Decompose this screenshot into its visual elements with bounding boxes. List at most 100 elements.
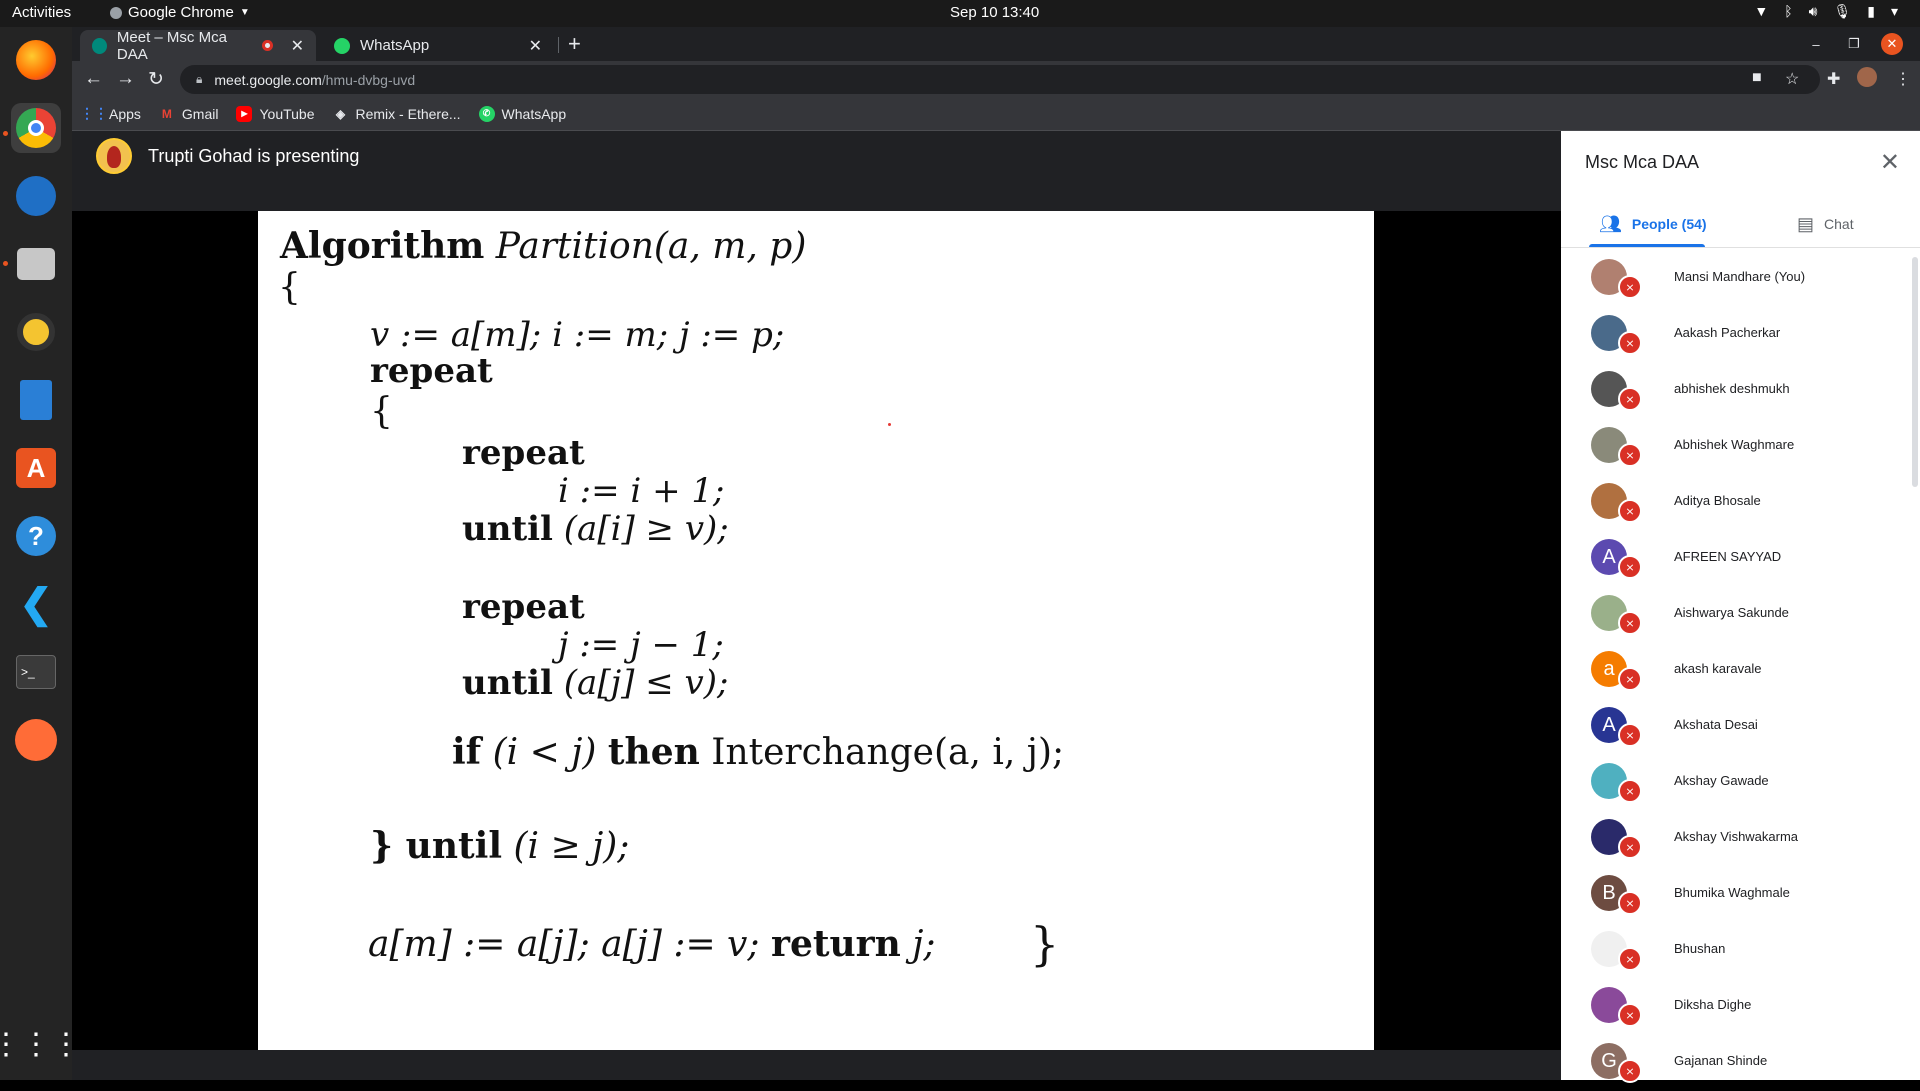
- bookmark-whatsapp[interactable]: ✆ WhatsApp: [478, 105, 566, 122]
- restore-icon[interactable]: ❐: [1843, 33, 1865, 55]
- mic-off-icon: ⨯: [1618, 499, 1642, 523]
- participant-row[interactable]: ⨯ Aditya Bhosale: [1561, 475, 1920, 531]
- postman-icon[interactable]: [11, 715, 61, 765]
- participant-name: Akshay Vishwakarma: [1674, 829, 1799, 844]
- slide-text: j := j − 1;: [558, 625, 724, 665]
- bookmark-youtube[interactable]: ▶ YouTube: [236, 105, 315, 122]
- forward-icon[interactable]: →: [116, 68, 135, 90]
- gmail-icon: M: [161, 106, 172, 121]
- mic-off-icon: ⨯: [1618, 1059, 1642, 1083]
- participant-name: Bhushan: [1674, 941, 1726, 956]
- clock[interactable]: Sep 10 13:40: [950, 4, 1039, 21]
- slide-text: (a[j] ≤ v);: [563, 663, 729, 703]
- camera-icon[interactable]: ■: [1752, 69, 1762, 87]
- participant-row[interactable]: ⨯ abhishek deshmukh: [1561, 363, 1920, 419]
- bookmarks-bar: ⋮⋮ Apps M Gmail ▶ YouTube ◈ Remix - Ethere..…: [72, 97, 1920, 131]
- files-icon[interactable]: [11, 239, 61, 289]
- participant-row[interactable]: ⨯ Akshay Gawade: [1561, 755, 1920, 811]
- bookmark-label: YouTube: [259, 105, 315, 122]
- people-panel: Msc Mca DAA ✕ 👥︎ People (54) ▤ Chat ⨯ Man…: [1561, 131, 1920, 1083]
- power-caret-icon: ▾: [1890, 3, 1898, 19]
- presenting-label: Trupti Gohad is presenting: [148, 146, 360, 166]
- participant-row[interactable]: ⨯ Diksha Dighe: [1561, 979, 1920, 1035]
- mic-off-icon: ⨯: [1618, 443, 1642, 467]
- app-menu[interactable]: Google Chrome ▼: [110, 4, 250, 21]
- participant-row[interactable]: ⨯ Abhishek Waghmare: [1561, 419, 1920, 475]
- bookmark-remix[interactable]: ◈ Remix - Ethere...: [333, 106, 461, 122]
- slide-text: }: [1030, 917, 1060, 971]
- slide-line: {: [370, 391, 393, 432]
- close-tab-icon[interactable]: ✕: [529, 36, 542, 56]
- participant-row[interactable]: A ⨯ AFREEN SAYYAD: [1561, 531, 1920, 587]
- address-bar[interactable]: 🔒︎ meet.google.com/hmu-dvbg-uvd: [180, 65, 1820, 94]
- participant-row[interactable]: ⨯ Bhushan: [1561, 923, 1920, 979]
- participant-row[interactable]: ⨯ Aakash Pacherkar: [1561, 307, 1920, 363]
- participant-row[interactable]: a ⨯ akash karavale: [1561, 643, 1920, 699]
- window-close-icon[interactable]: ✕: [1881, 33, 1903, 55]
- slide-text: j;: [912, 924, 936, 965]
- activities-button[interactable]: Activities: [12, 4, 71, 21]
- bookmark-star-icon[interactable]: ☆: [1785, 69, 1799, 89]
- close-panel-icon[interactable]: ✕: [1880, 148, 1900, 177]
- whatsapp-favicon-icon: [334, 37, 350, 54]
- tab-chat[interactable]: ▤ Chat: [1797, 201, 1854, 247]
- thunderbird-icon[interactable]: [11, 171, 61, 221]
- tab-strip: Meet – Msc Mca DAA ✕ WhatsApp ✕ + – ❐ ✕: [72, 27, 1920, 63]
- bluetooth-icon: ᛒ: [1784, 3, 1793, 19]
- tab-whatsapp[interactable]: WhatsApp ✕: [322, 30, 554, 61]
- rhythmbox-icon[interactable]: [11, 307, 61, 357]
- help-icon[interactable]: ?: [11, 511, 61, 561]
- slide-keyword: if: [452, 731, 482, 773]
- participant-row[interactable]: B ⨯ Bhumika Waghmale: [1561, 867, 1920, 923]
- terminal-icon[interactable]: >_: [11, 647, 61, 697]
- slide-line: if (i < j) then Interchange(a, i, j);: [452, 731, 1064, 773]
- tab-label: People (54): [1631, 216, 1707, 232]
- menu-kebab-icon[interactable]: ⋮: [1895, 69, 1911, 89]
- slide-text: a[m] := a[j]; a[j] := v;: [368, 924, 760, 965]
- participant-row[interactable]: G ⨯ Gajanan Shinde: [1561, 1035, 1920, 1091]
- apps-grid-icon: ⋮⋮: [80, 105, 108, 121]
- new-tab-icon[interactable]: +: [568, 31, 581, 57]
- participant-row[interactable]: ⨯ Mansi Mandhare (You): [1561, 251, 1920, 307]
- participant-name: Bhumika Waghmale: [1674, 885, 1790, 900]
- system-tray[interactable]: ▼ ᛒ 🔊︎ 🎙︎ ▮ ▾: [1754, 3, 1898, 20]
- running-indicator: [3, 261, 8, 266]
- meet-main-area: Trupti Gohad is presenting Algorithm Par…: [72, 131, 1561, 1080]
- vscode-icon[interactable]: ❮: [11, 579, 61, 629]
- participant-name: akash karavale: [1674, 661, 1762, 676]
- chrome-icon[interactable]: [11, 103, 61, 153]
- panel-title: Msc Mca DAA: [1585, 152, 1700, 172]
- close-tab-icon[interactable]: ✕: [291, 36, 304, 56]
- participant-row[interactable]: ⨯ Aishwarya Sakunde: [1561, 587, 1920, 643]
- bookmark-apps[interactable]: ⋮⋮ Apps: [80, 105, 141, 122]
- slide-text: (i ≥ j);: [513, 826, 630, 867]
- extensions-icon[interactable]: ✚: [1827, 69, 1840, 89]
- tab-meet[interactable]: Meet – Msc Mca DAA ✕: [80, 29, 316, 63]
- participant-name: Gajanan Shinde: [1674, 1053, 1768, 1068]
- software-center-icon[interactable]: A: [11, 443, 61, 493]
- reload-icon[interactable]: ↻: [148, 68, 164, 91]
- mic-off-icon: ⨯: [1618, 331, 1642, 355]
- slide-text: Partition(a, m, p): [495, 226, 807, 267]
- presenter-bar: Trupti Gohad is presenting: [72, 131, 1561, 211]
- participant-name: Aishwarya Sakunde: [1674, 605, 1789, 620]
- firefox-icon[interactable]: [11, 35, 61, 85]
- tab-people[interactable]: 👥︎ People (54): [1599, 201, 1707, 247]
- back-icon[interactable]: ←: [84, 68, 103, 90]
- minimize-icon[interactable]: –: [1805, 33, 1827, 55]
- mic-off-icon: ⨯: [1618, 667, 1642, 691]
- bookmark-label: Remix - Ethere...: [355, 105, 461, 122]
- profile-avatar[interactable]: [1857, 67, 1877, 87]
- slide-text: (i < j): [492, 732, 597, 773]
- participant-row[interactable]: A ⨯ Akshata Desai: [1561, 699, 1920, 755]
- presentation-area[interactable]: Algorithm Partition(a, m, p) { v := a[m]…: [72, 211, 1561, 1050]
- participant-name: Aakash Pacherkar: [1674, 325, 1781, 340]
- participant-row[interactable]: ⨯ Akshay Vishwakarma: [1561, 811, 1920, 867]
- slide-line: until (a[i] ≥ v);: [462, 509, 729, 549]
- app-grid-icon[interactable]: ⋮⋮⋮: [0, 1019, 81, 1069]
- writer-icon[interactable]: [11, 375, 61, 425]
- avatar-initial: A: [1602, 545, 1616, 568]
- slide-keyword: Algorithm: [280, 225, 485, 267]
- url-path: /hmu-dvbg-uvd: [321, 71, 416, 88]
- bookmark-gmail[interactable]: M Gmail: [159, 106, 219, 122]
